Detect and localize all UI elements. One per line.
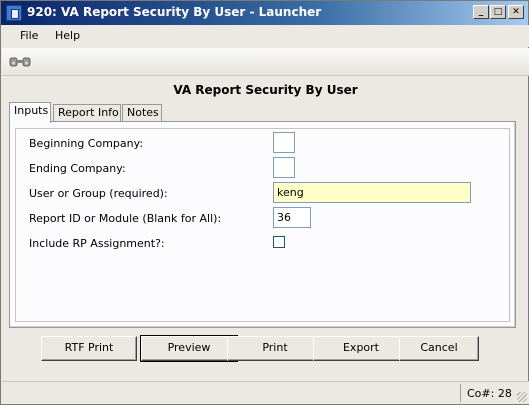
- button-row: RTF Print Preview Print Export Cancel: [1, 334, 529, 364]
- form-title: VA Report Security By User: [173, 83, 358, 97]
- beginning-company-label: Beginning Company:: [29, 137, 144, 150]
- status-bar: Co#: 28: [2, 381, 529, 404]
- status-separator: [460, 384, 461, 402]
- close-button[interactable]: ✕: [508, 5, 524, 19]
- beginning-company-field[interactable]: [273, 132, 295, 153]
- user-or-group-field[interactable]: [273, 182, 471, 203]
- toolbar: [2, 48, 529, 76]
- ending-company-label: Ending Company:: [29, 162, 126, 175]
- cancel-button[interactable]: Cancel: [399, 336, 479, 361]
- report-id-field[interactable]: [273, 207, 311, 228]
- company-status: Co#: 28: [467, 387, 512, 400]
- menu-bar: File Help: [2, 25, 529, 47]
- report-id-label: Report ID or Module (Blank for All):: [29, 212, 222, 225]
- panel-frame: [15, 128, 510, 322]
- include-rp-checkbox[interactable]: [273, 236, 285, 248]
- tab-report-info[interactable]: Report Info: [53, 104, 121, 122]
- tab-inputs[interactable]: Inputs: [9, 102, 51, 123]
- binoculars-icon[interactable]: [9, 56, 31, 68]
- include-rp-label: Include RP Assignment?:: [29, 237, 165, 250]
- ending-company-field[interactable]: [273, 157, 295, 178]
- launcher-window: 920: VA Report Security By User - Launch…: [0, 0, 529, 405]
- preview-button[interactable]: Preview: [140, 335, 238, 362]
- resize-grip-icon[interactable]: [517, 392, 527, 402]
- menu-file[interactable]: File: [20, 29, 38, 42]
- menu-help[interactable]: Help: [55, 29, 80, 42]
- maximize-button[interactable]: □: [490, 5, 506, 19]
- tab-notes[interactable]: Notes: [122, 104, 162, 122]
- title-bar[interactable]: 920: VA Report Security By User - Launch…: [1, 1, 528, 25]
- rtf-print-button[interactable]: RTF Print: [41, 336, 137, 361]
- print-button[interactable]: Print: [227, 336, 323, 361]
- window-title: 920: VA Report Security By User - Launch…: [27, 5, 322, 19]
- app-icon: [6, 5, 22, 21]
- export-button[interactable]: Export: [313, 336, 409, 361]
- user-or-group-label: User or Group (required):: [29, 187, 168, 200]
- minimize-button[interactable]: _: [473, 5, 489, 19]
